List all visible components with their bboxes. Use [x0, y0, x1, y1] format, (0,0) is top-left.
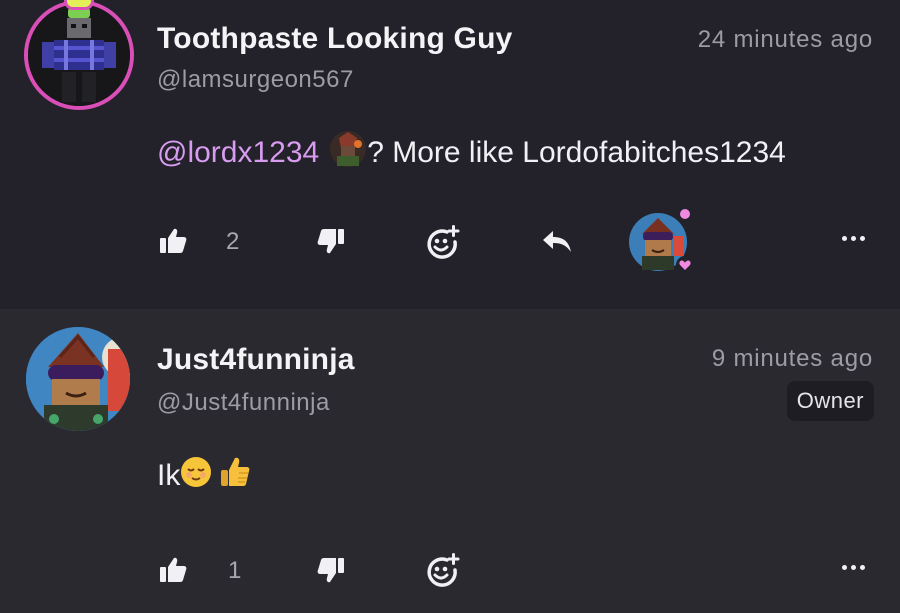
mention-avatar-icon [329, 130, 367, 176]
thumbs-up-emoji-icon [218, 455, 252, 497]
comment-card: Toothpaste Looking Guy @lamsurgeon567 24… [0, 0, 900, 309]
add-reaction-button[interactable] [424, 552, 462, 588]
dislike-icon [317, 229, 344, 254]
user-handle[interactable]: @lamsurgeon567 [157, 66, 354, 94]
user-avatar[interactable] [26, 327, 130, 431]
reacted-user-avatar[interactable] [628, 206, 694, 274]
user-avatar[interactable] [24, 0, 134, 110]
comment-card: Just4funninja @Just4funninja 9 minutes a… [0, 309, 900, 613]
reply-icon [543, 231, 571, 252]
like-count: 1 [228, 557, 242, 584]
dislike-icon [317, 558, 344, 583]
reply-button[interactable] [540, 226, 574, 256]
user-handle[interactable]: @Just4funninja [157, 389, 330, 417]
comment-body: @lordx1234 ? More like Lordofabitches123… [157, 130, 786, 176]
like-icon [160, 557, 187, 582]
add-reaction-button[interactable] [424, 224, 462, 260]
more-options-button[interactable] [842, 236, 865, 241]
like-button[interactable] [158, 555, 188, 585]
add-reaction-icon [427, 553, 460, 587]
display-name[interactable]: Just4funninja [157, 343, 355, 377]
more-options-icon [842, 236, 847, 241]
add-reaction-icon [427, 225, 460, 259]
owner-badge: Owner [786, 381, 874, 421]
more-options-icon [842, 565, 847, 570]
comment-body-text: ? More like Lordofabitches1234 [367, 136, 786, 169]
timestamp: 9 minutes ago [711, 345, 873, 372]
like-count: 2 [226, 228, 240, 255]
dislike-button[interactable] [316, 555, 346, 585]
comment-body: Ik [157, 455, 252, 497]
comment-body-text: Ik [157, 459, 181, 492]
more-options-button[interactable] [842, 565, 865, 570]
timestamp: 24 minutes ago [697, 26, 873, 53]
avatar-ring-badge [64, 0, 94, 10]
heart-icon [676, 256, 694, 274]
relieved-face-icon [180, 456, 212, 496]
like-icon [160, 228, 187, 253]
like-button[interactable] [158, 226, 188, 256]
user-mention[interactable]: @lordx1234 [157, 136, 319, 170]
display-name[interactable]: Toothpaste Looking Guy [157, 22, 513, 56]
dislike-button[interactable] [316, 226, 346, 256]
